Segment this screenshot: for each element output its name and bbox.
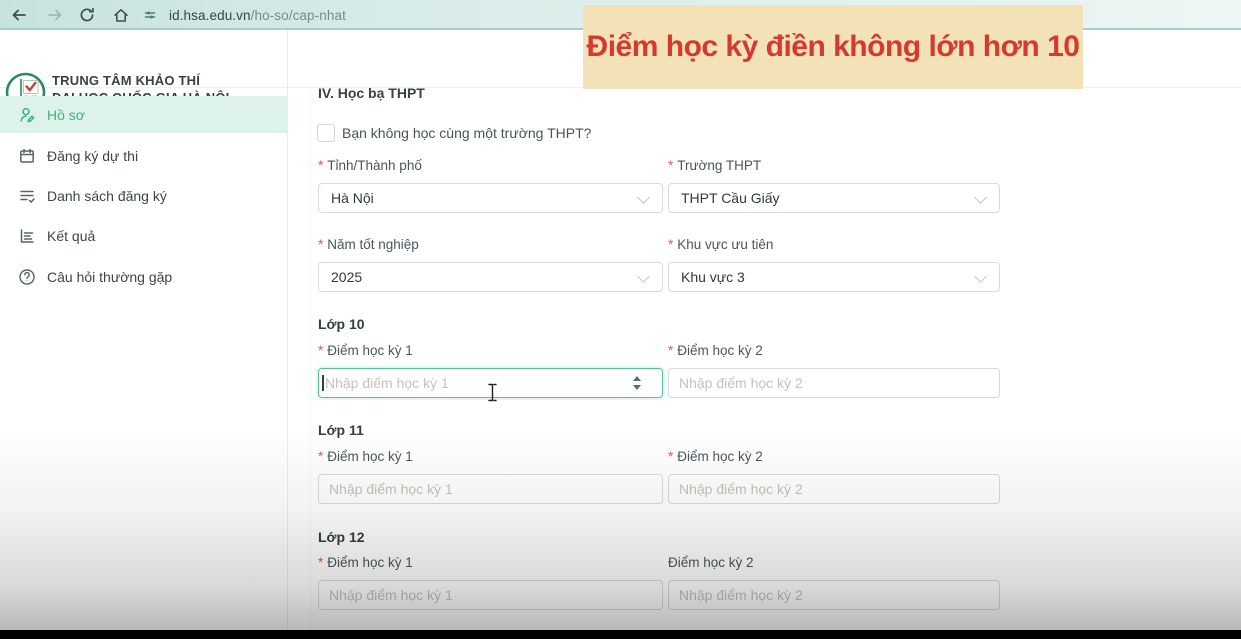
required-mark: * bbox=[318, 237, 323, 252]
user-edit-icon bbox=[18, 106, 36, 124]
province-select-value: Hà Nội bbox=[331, 190, 374, 206]
ibeam-cursor-icon bbox=[487, 383, 498, 402]
different-school-checkbox[interactable] bbox=[317, 124, 335, 142]
grade10-sem1-label: *Điểm học kỳ 1 bbox=[318, 343, 413, 358]
hint-banner: Điểm học kỳ điền không lớn hơn 10 bbox=[583, 5, 1083, 89]
grade12-sem1-input[interactable] bbox=[318, 580, 663, 610]
sidebar-item-cau-hoi-thuong-gap[interactable]: Câu hỏi thường gặp bbox=[0, 260, 287, 294]
address-bar[interactable]: id.hsa.edu.vn/ho-so/cap-nhat bbox=[140, 2, 346, 28]
text-caret bbox=[322, 375, 324, 391]
required-mark: * bbox=[668, 449, 673, 464]
sidebar-item-dang-ky-du-thi[interactable]: Đăng ký dự thi bbox=[0, 140, 287, 172]
sidebar-item-label: Hồ sơ bbox=[47, 107, 85, 123]
required-mark: * bbox=[668, 343, 673, 358]
different-school-checkbox-label: Bạn không học cùng một trường THPT? bbox=[342, 125, 591, 141]
grade11-sem1-input[interactable] bbox=[318, 474, 663, 504]
chevron-down-icon bbox=[974, 270, 987, 283]
back-icon[interactable] bbox=[10, 6, 28, 24]
section-title: IV. Học bạ THPT bbox=[318, 85, 425, 101]
site-info-icon[interactable] bbox=[140, 5, 160, 25]
sidebar-item-ket-qua[interactable]: Kết quả bbox=[0, 220, 287, 252]
forward-icon[interactable] bbox=[46, 6, 64, 24]
school-label: *Trường THPT bbox=[668, 158, 761, 173]
url-host: id.hsa.edu.vn bbox=[169, 8, 251, 23]
required-mark: * bbox=[318, 343, 323, 358]
priority-area-select[interactable]: Khu vực 3 bbox=[668, 262, 1000, 292]
priority-area-label: *Khu vực ưu tiên bbox=[668, 237, 773, 252]
question-circle-icon bbox=[18, 268, 36, 286]
required-mark: * bbox=[668, 158, 673, 173]
grade10-sem2-label: *Điểm học kỳ 2 bbox=[668, 343, 763, 358]
calendar-icon bbox=[18, 147, 36, 165]
org-line1: TRUNG TÂM KHẢO THÍ bbox=[52, 73, 229, 90]
sidebar-item-label: Danh sách đăng ký bbox=[47, 188, 167, 204]
required-mark: * bbox=[668, 237, 673, 252]
sidebar-item-danh-sach-dang-ky[interactable]: Danh sách đăng ký bbox=[0, 180, 287, 212]
home-icon[interactable] bbox=[112, 6, 130, 24]
url-path: /ho-so/cap-nhat bbox=[251, 8, 346, 23]
required-mark: * bbox=[318, 449, 323, 464]
required-mark: * bbox=[318, 555, 323, 570]
stepper-up-icon[interactable] bbox=[633, 376, 641, 381]
province-select[interactable]: Hà Nội bbox=[318, 183, 663, 213]
grade12-sem1-label: *Điểm học kỳ 1 bbox=[318, 555, 413, 570]
required-mark: * bbox=[318, 158, 323, 173]
school-select[interactable]: THPT Cầu Giấy bbox=[668, 183, 1000, 213]
sidebar-item-label: Câu hỏi thường gặp bbox=[47, 269, 172, 285]
chart-icon bbox=[18, 227, 36, 245]
letterbox-bar bbox=[0, 630, 1241, 639]
grade12-sem2-label: Điểm học kỳ 2 bbox=[668, 555, 754, 570]
grade11-title: Lớp 11 bbox=[318, 422, 364, 438]
reload-icon[interactable] bbox=[78, 6, 96, 24]
grade10-sem2-input[interactable] bbox=[668, 368, 1000, 398]
graduation-year-label: *Năm tốt nghiệp bbox=[318, 237, 419, 252]
school-select-value: THPT Cầu Giấy bbox=[681, 190, 780, 206]
grade11-sem2-input[interactable] bbox=[668, 474, 1000, 504]
priority-area-select-value: Khu vực 3 bbox=[681, 269, 745, 285]
grade10-title: Lớp 10 bbox=[318, 316, 365, 332]
panel-divider bbox=[310, 88, 311, 631]
url-text: id.hsa.edu.vn/ho-so/cap-nhat bbox=[169, 8, 346, 23]
grade12-title: Lớp 12 bbox=[318, 529, 365, 545]
grade11-sem2-label: *Điểm học kỳ 2 bbox=[668, 449, 763, 464]
graduation-year-select[interactable]: 2025 bbox=[318, 262, 663, 292]
chevron-down-icon bbox=[637, 270, 650, 283]
sidebar-divider bbox=[287, 30, 288, 631]
sidebar-item-ho-so[interactable]: Hồ sơ bbox=[0, 96, 287, 133]
number-stepper[interactable] bbox=[630, 371, 644, 395]
graduation-year-select-value: 2025 bbox=[331, 269, 362, 285]
list-check-icon bbox=[18, 187, 36, 205]
hint-banner-text: Điểm học kỳ điền không lớn hơn 10 bbox=[587, 30, 1080, 64]
chevron-down-icon bbox=[637, 191, 650, 204]
screen: id.hsa.edu.vn/ho-so/cap-nhat VNU-CET TRU… bbox=[0, 0, 1241, 639]
sidebar-item-label: Đăng ký dự thi bbox=[47, 148, 138, 164]
stepper-down-icon[interactable] bbox=[633, 385, 641, 390]
chevron-down-icon bbox=[974, 191, 987, 204]
province-label: *Tỉnh/Thành phố bbox=[318, 158, 422, 173]
grade12-sem2-input[interactable] bbox=[668, 580, 1000, 610]
grade11-sem1-label: *Điểm học kỳ 1 bbox=[318, 449, 413, 464]
sidebar-item-label: Kết quả bbox=[47, 228, 95, 244]
